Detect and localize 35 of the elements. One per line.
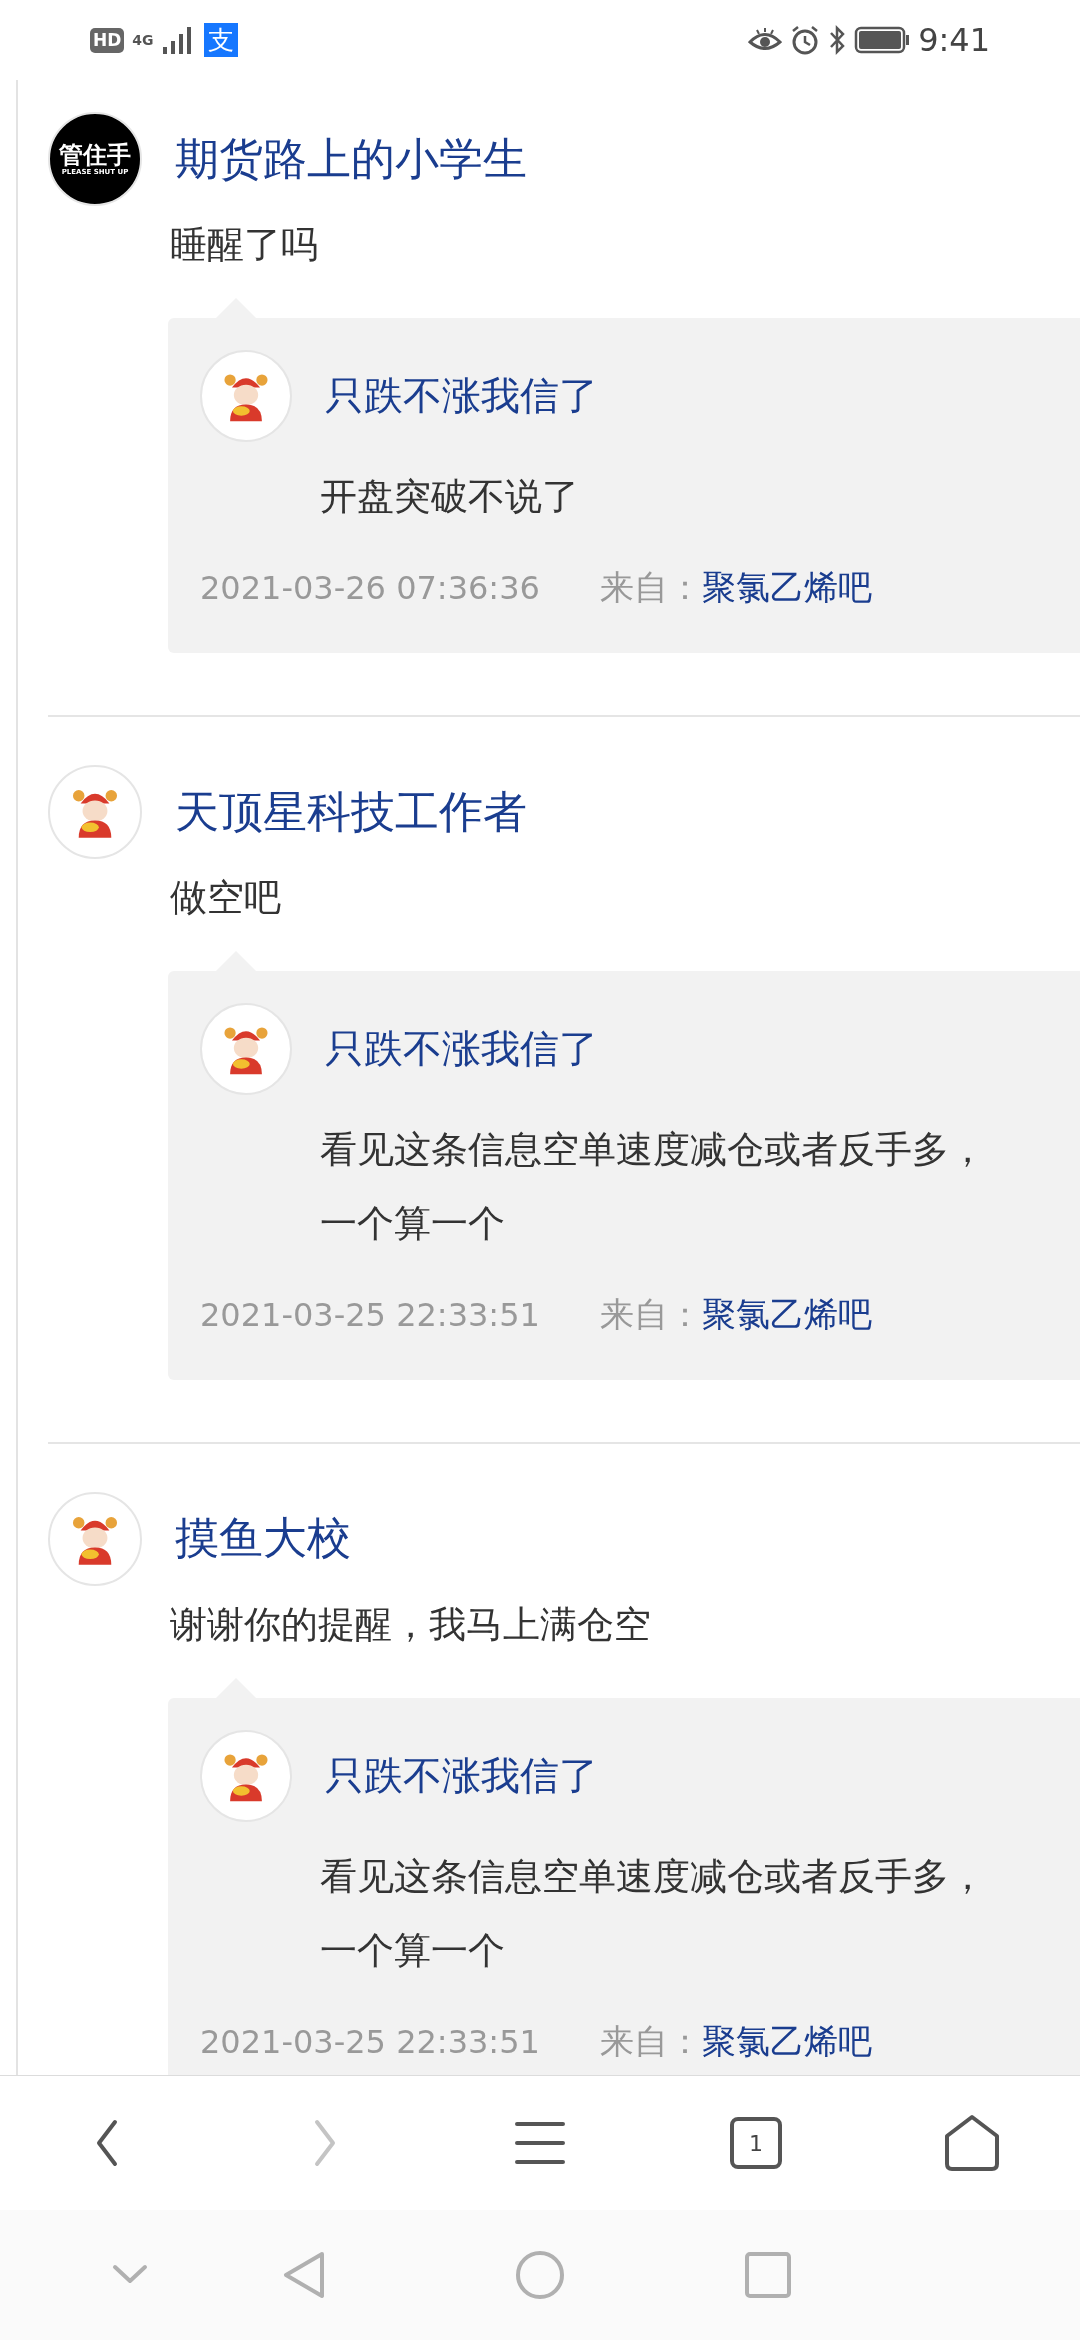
avatar-title: 管住手 (59, 141, 131, 168)
username-link[interactable]: 天顶星科技工作者 (175, 785, 527, 839)
timestamp: 2021-03-25 22:33:51 (200, 2021, 540, 2063)
username-link[interactable]: 期货路上的小学生 (175, 132, 527, 186)
comment-text: 谢谢你的提醒，我马上满仓空 (170, 1601, 652, 1648)
eye-icon (748, 27, 783, 53)
comment-text: 做空吧 (170, 874, 282, 921)
reply-text: 一个算一个 (320, 1927, 506, 1974)
recent-apps-icon[interactable] (745, 2252, 791, 2298)
username-link[interactable]: 只跌不涨我信了 (325, 1746, 598, 1806)
username-link[interactable]: 只跌不涨我信了 (325, 366, 598, 426)
forum-link[interactable]: 聚氯乙烯吧 (701, 2015, 872, 2067)
source-label: 来自： (599, 2019, 702, 2063)
reply-text: 看见这条信息空单速度减仓或者反手多， (320, 1126, 987, 1173)
tabs-button[interactable]: 1 (648, 2076, 864, 2210)
signal-icon (161, 25, 192, 55)
network-type: 4G (132, 33, 154, 47)
bluetooth-icon (828, 24, 847, 56)
app-notification-icon: 支 (203, 23, 238, 57)
comment-text: 睡醒了吗 (170, 222, 319, 268)
clock: 9:41 (918, 20, 990, 61)
forum-link[interactable]: 聚氯乙烯吧 (701, 1288, 872, 1340)
source-label: 来自： (599, 565, 702, 609)
battery-icon (854, 26, 911, 54)
hd-badge: HD (90, 27, 125, 53)
reply-text: 一个算一个 (320, 1200, 506, 1247)
reply-text: 开盘突破不说了 (320, 473, 580, 520)
home-icon[interactable] (515, 2250, 565, 2300)
source-label: 来自： (599, 1292, 702, 1336)
username-link[interactable]: 摸鱼大校 (175, 1512, 351, 1566)
forum-link[interactable]: 聚氯乙烯吧 (701, 561, 872, 613)
timestamp: 2021-03-25 22:33:51 (200, 1294, 540, 1336)
username-link[interactable]: 只跌不涨我信了 (325, 1019, 598, 1079)
timestamp: 2021-03-26 07:36:36 (200, 567, 540, 609)
reply-text: 看见这条信息空单速度减仓或者反手多， (320, 1853, 987, 1900)
